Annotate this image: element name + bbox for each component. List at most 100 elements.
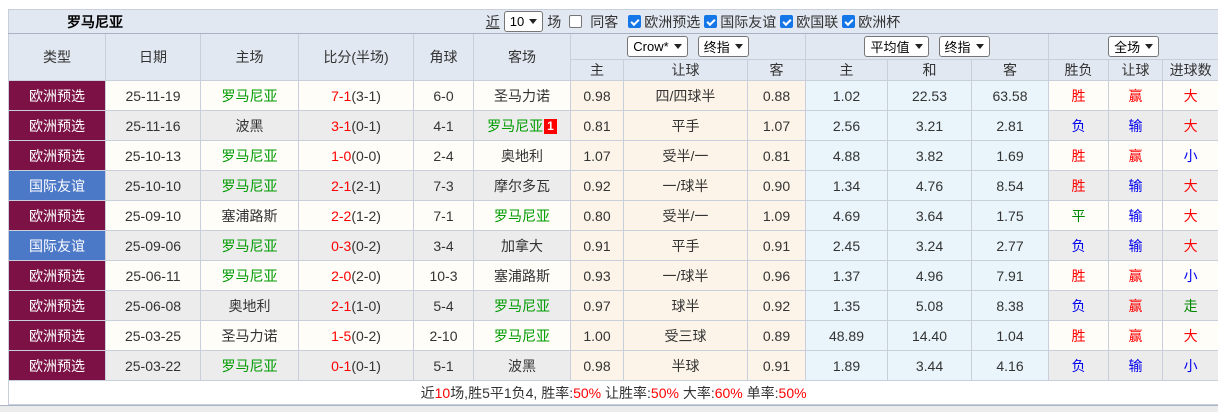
col-header-avg-home: 主	[805, 59, 888, 81]
corner-cell: 7-1	[413, 200, 474, 231]
competition-checkbox[interactable]	[704, 15, 718, 28]
result-cell: 负	[1048, 110, 1109, 141]
competition-label: 欧洲预选	[644, 13, 701, 30]
competition-checkbox[interactable]	[780, 15, 794, 28]
result-cell: 负	[1048, 290, 1109, 321]
home-team-cell: 罗马尼亚	[200, 170, 299, 201]
match-row: 欧洲预选 25-06-08 奥地利 2-1(1-0) 5-4 罗马尼亚 0.97 球半 0.92…	[8, 290, 1218, 321]
home-team-cell: 罗马尼亚	[200, 140, 299, 171]
bottom-strip	[0, 405, 1218, 412]
col-header-type: 类型	[8, 33, 106, 81]
odds-time-select[interactable]: 终指	[697, 36, 749, 57]
handicap-away-odds: 0.89	[747, 320, 806, 351]
col-header-home: 主场	[200, 33, 299, 81]
summary-segment: 场,胜5平1负4, 胜率:	[450, 384, 574, 401]
avg-away-odds: 63.58	[971, 80, 1049, 111]
goals-cell: 走	[1161, 290, 1218, 321]
date-cell: 25-09-06	[105, 230, 201, 261]
date-cell: 25-10-10	[105, 170, 201, 201]
date-cell: 25-03-25	[105, 320, 201, 351]
match-type-cell: 国际友谊	[8, 170, 106, 201]
result-cell: 负	[1048, 230, 1109, 261]
score-cell: 0-1(0-1)	[298, 350, 414, 381]
scope-value: 全场	[1114, 40, 1141, 55]
handicap-home-odds: 0.80	[570, 200, 624, 231]
competition-checkbox[interactable]	[842, 15, 856, 28]
avg-draw-odds: 3.64	[887, 200, 972, 231]
handicap-away-odds: 0.81	[747, 140, 806, 171]
avg-home-odds: 1.35	[805, 290, 888, 321]
handicap-line: 受三球	[623, 320, 748, 351]
col-header-away: 客场	[473, 33, 571, 81]
home-team-cell: 塞浦路斯	[200, 200, 299, 231]
avg-draw-odds: 3.21	[887, 110, 972, 141]
handicap-line: 受半/一	[623, 200, 748, 231]
corner-cell: 2-4	[413, 140, 474, 171]
handicap-away-odds: 0.96	[747, 260, 806, 291]
matches-label: 场	[547, 13, 562, 30]
summary-segment: 60%	[714, 384, 743, 401]
col-header-corner: 角球	[413, 33, 474, 81]
col-header-handicap-line: 让球	[623, 59, 748, 81]
score-cell: 3-1(0-1)	[298, 110, 414, 141]
home-team-cell: 罗马尼亚	[200, 230, 299, 261]
corner-cell: 7-3	[413, 170, 474, 201]
avg-time-value: 终指	[944, 40, 971, 55]
home-team-cell: 罗马尼亚	[200, 350, 299, 381]
score-cell: 2-2(1-2)	[298, 200, 414, 231]
recent-count-select[interactable]: 10	[503, 11, 544, 32]
corner-cell: 3-4	[413, 230, 474, 261]
filter-bar: 近 10 场 同客 欧洲预选 国际友谊 欧国联 欧洲杯	[486, 11, 900, 32]
avg-home-odds: 4.88	[805, 140, 888, 171]
summary-segment: 50%	[650, 384, 679, 401]
summary-segment: 大率:	[678, 384, 715, 401]
corner-cell: 10-3	[413, 260, 474, 291]
avg-away-odds: 4.16	[971, 350, 1049, 381]
match-row: 国际友谊 25-09-06 罗马尼亚 0-3(0-2) 3-4 加拿大 0.91 平手 0.91…	[8, 230, 1218, 261]
summary-segment: 单率:	[742, 384, 779, 401]
handicap-away-odds: 1.07	[747, 110, 806, 141]
avg-draw-odds: 14.40	[887, 320, 972, 351]
handicap-away-odds: 0.92	[747, 290, 806, 321]
col-header-avg-draw: 和	[887, 59, 972, 81]
match-type-cell: 欧洲预选	[8, 110, 106, 141]
avg-draw-odds: 4.96	[887, 260, 972, 291]
score-cell: 0-3(0-2)	[298, 230, 414, 261]
goals-cell: 小	[1161, 260, 1218, 291]
home-team-cell: 奥地利	[200, 290, 299, 321]
handicap-result-cell: 赢	[1108, 260, 1163, 291]
competition-checkbox[interactable]	[628, 15, 642, 28]
handicap-away-odds: 0.88	[747, 80, 806, 111]
recent-link[interactable]: 近	[486, 12, 500, 32]
summary-segment: 50%	[778, 384, 807, 401]
match-type-cell: 国际友谊	[8, 230, 106, 261]
goals-cell: 大	[1161, 320, 1218, 351]
summary-row: 近10场,胜5平1负4, 胜率:50% 让胜率:50% 大率:60% 单率:50…	[7, 380, 1218, 405]
handicap-away-odds: 0.90	[747, 170, 806, 201]
home-team-cell: 圣马力诺	[200, 320, 299, 351]
match-type-cell: 欧洲预选	[8, 200, 106, 231]
match-type-cell: 欧洲预选	[8, 260, 106, 291]
avg-time-select[interactable]: 终指	[938, 36, 990, 57]
chevron-down-icon	[529, 19, 538, 24]
result-cell: 胜	[1048, 260, 1109, 291]
goals-cell: 大	[1161, 200, 1218, 231]
summary-segment: 10	[434, 384, 451, 401]
col-header-date: 日期	[105, 33, 201, 81]
corner-cell: 5-1	[413, 350, 474, 381]
handicap-odds-group: Crow* 终指	[570, 33, 806, 60]
handicap-away-odds: 0.91	[747, 230, 806, 261]
home-team-cell: 罗马尼亚	[200, 80, 299, 111]
handicap-home-odds: 0.91	[570, 230, 624, 261]
away-team-cell: 塞浦路斯	[473, 260, 571, 291]
avg-home-odds: 48.89	[805, 320, 888, 351]
goals-cell: 大	[1161, 230, 1218, 261]
col-header-avg-away: 客	[971, 59, 1049, 81]
same-away-checkbox[interactable]	[569, 15, 583, 28]
avg-draw-odds: 4.76	[887, 170, 972, 201]
handicap-home-odds: 0.93	[570, 260, 624, 291]
scope-select[interactable]: 全场	[1108, 36, 1160, 57]
avg-source-select[interactable]: 平均值	[864, 36, 929, 57]
odds-source-select[interactable]: Crow*	[627, 36, 688, 57]
result-cell: 平	[1048, 200, 1109, 231]
